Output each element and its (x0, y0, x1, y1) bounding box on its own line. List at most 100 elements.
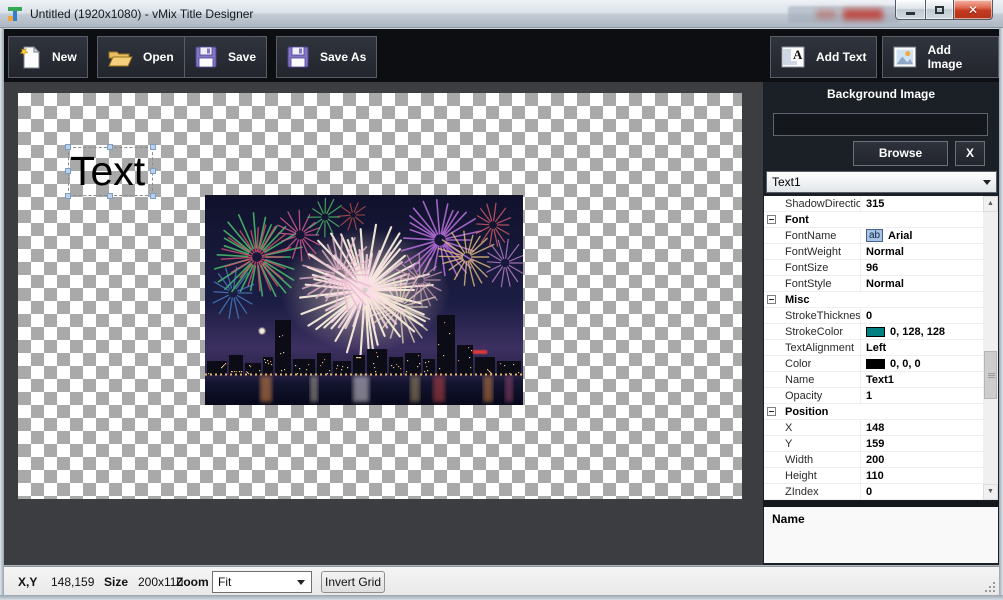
svg-text:A: A (793, 47, 803, 62)
scrollbar-thumb[interactable] (984, 351, 997, 399)
xy-value: 148,159 (51, 575, 94, 589)
title-bar[interactable]: Untitled (1920x1080) - vMix Title Design… (0, 0, 1003, 28)
property-value[interactable]: Left (860, 340, 998, 355)
collapse-icon[interactable] (767, 407, 776, 416)
property-value-text: 0 (866, 308, 872, 323)
property-row-color[interactable]: Color0, 0, 0 (764, 356, 998, 372)
zoom-label: Zoom (176, 575, 209, 589)
property-row-zindex[interactable]: ZIndex0 (764, 484, 998, 500)
property-value[interactable]: 110 (860, 468, 998, 483)
property-row-name[interactable]: NameText1 (764, 372, 998, 388)
add-image-button[interactable]: Add Image (882, 36, 999, 78)
font-editor-icon[interactable]: ab (866, 229, 883, 242)
property-label: Opacity (764, 388, 860, 403)
resize-grip[interactable] (982, 579, 995, 592)
open-folder-icon (106, 44, 134, 70)
property-row-opacity[interactable]: Opacity1 (764, 388, 998, 404)
property-value-text: Left (866, 340, 886, 355)
property-value[interactable]: 159 (860, 436, 998, 451)
text-element-content[interactable]: Text (70, 148, 151, 194)
property-label: FontWeight (764, 244, 860, 259)
chevron-down-icon (297, 580, 305, 585)
property-value[interactable]: 0, 0, 0 (860, 356, 998, 371)
property-value[interactable]: Normal (860, 244, 998, 259)
size-label: Size (104, 575, 128, 589)
browse-button[interactable]: Browse (853, 141, 948, 166)
resize-handle-n[interactable] (107, 144, 113, 150)
property-value-text: 0, 128, 128 (890, 324, 945, 339)
category-label: Misc (785, 292, 809, 307)
maximize-button[interactable] (925, 0, 954, 20)
design-canvas[interactable]: Text (18, 93, 742, 499)
resize-handle-ne[interactable] (150, 144, 156, 150)
property-value-text: Text1 (866, 372, 894, 387)
save-as-floppy-icon (285, 44, 311, 70)
property-value[interactable]: 0 (860, 484, 998, 499)
open-button[interactable]: Open (97, 36, 185, 78)
resize-handle-se[interactable] (150, 193, 156, 199)
property-category-position[interactable]: Position (764, 404, 998, 420)
property-row-fontweight[interactable]: FontWeight Normal (764, 244, 998, 260)
scroll-up-icon[interactable]: ▲ (983, 196, 998, 212)
background-image-path-input[interactable] (773, 113, 988, 136)
element-selector-dropdown[interactable]: Text1 (766, 171, 997, 193)
image-element-fireworks[interactable] (205, 195, 523, 405)
save-as-button-label: Save As (320, 50, 366, 64)
resize-handle-e[interactable] (150, 168, 156, 174)
property-row-strokethickness[interactable]: StrokeThickness0 (764, 308, 998, 324)
collapse-icon[interactable] (767, 295, 776, 304)
property-value[interactable]: 96 (860, 260, 998, 275)
property-value[interactable]: Text1 (860, 372, 998, 387)
property-value-text: 159 (866, 436, 884, 451)
property-value[interactable]: abArial (860, 228, 998, 243)
property-row-fontstyle[interactable]: FontStyleNormal (764, 276, 998, 292)
property-value[interactable]: 0, 128, 128 (860, 324, 998, 339)
resize-handle-sw[interactable] (65, 193, 71, 199)
resize-handle-w[interactable] (65, 168, 71, 174)
invert-grid-button[interactable]: Invert Grid (321, 571, 385, 593)
property-row-fontname[interactable]: FontNameabArial (764, 228, 998, 244)
element-selector-value: Text1 (772, 175, 801, 189)
property-value[interactable]: 200 (860, 452, 998, 467)
property-category-font[interactable]: Font (764, 212, 998, 228)
property-value[interactable]: 315 (860, 196, 998, 211)
resize-handle-nw[interactable] (65, 144, 71, 150)
property-row-fontsize[interactable]: FontSize96 (764, 260, 998, 276)
property-value-text: Normal (866, 244, 904, 259)
scroll-down-icon[interactable]: ▼ (983, 484, 998, 500)
text-element[interactable]: Text (68, 147, 153, 196)
property-row-height[interactable]: Height110 (764, 468, 998, 484)
property-grid-rows: ShadowDirection315FontFontNameabArialFon… (764, 196, 998, 500)
property-description-panel: Name (764, 507, 998, 563)
clear-background-button[interactable]: X (955, 141, 985, 166)
minimize-icon (906, 12, 915, 15)
zoom-dropdown[interactable]: Fit (212, 571, 312, 593)
category-label: Position (785, 404, 828, 419)
property-label: TextAlignment (764, 340, 860, 355)
add-text-icon: A (779, 43, 807, 71)
new-document-icon (17, 44, 43, 70)
property-row-y[interactable]: Y159 (764, 436, 998, 452)
property-label: FontSize (764, 260, 860, 275)
property-row-x[interactable]: X148 (764, 420, 998, 436)
property-row-shadowdirection[interactable]: ShadowDirection315 (764, 196, 998, 212)
save-as-button[interactable]: Save As (276, 36, 377, 78)
property-value[interactable]: Normal (860, 276, 998, 291)
property-row-width[interactable]: Width200 (764, 452, 998, 468)
add-text-button[interactable]: A Add Text (770, 36, 877, 78)
save-button[interactable]: Save (184, 36, 267, 78)
new-button[interactable]: New (8, 36, 88, 78)
vmix-title-designer-window: Untitled (1920x1080) - vMix Title Design… (0, 0, 1003, 600)
property-category-misc[interactable]: Misc (764, 292, 998, 308)
property-row-textalignment[interactable]: TextAlignment Left (764, 340, 998, 356)
property-value[interactable]: 1 (860, 388, 998, 403)
resize-handle-s[interactable] (107, 193, 113, 199)
property-grid-scrollbar[interactable]: ▲ ▼ (983, 196, 998, 500)
background-image-title: Background Image (763, 87, 999, 101)
property-value[interactable]: 148 (860, 420, 998, 435)
minimize-button[interactable] (895, 0, 926, 20)
close-button[interactable]: ✕ (953, 0, 993, 20)
collapse-icon[interactable] (767, 215, 776, 224)
property-value[interactable]: 0 (860, 308, 998, 323)
property-row-strokecolor[interactable]: StrokeColor0, 128, 128 (764, 324, 998, 340)
